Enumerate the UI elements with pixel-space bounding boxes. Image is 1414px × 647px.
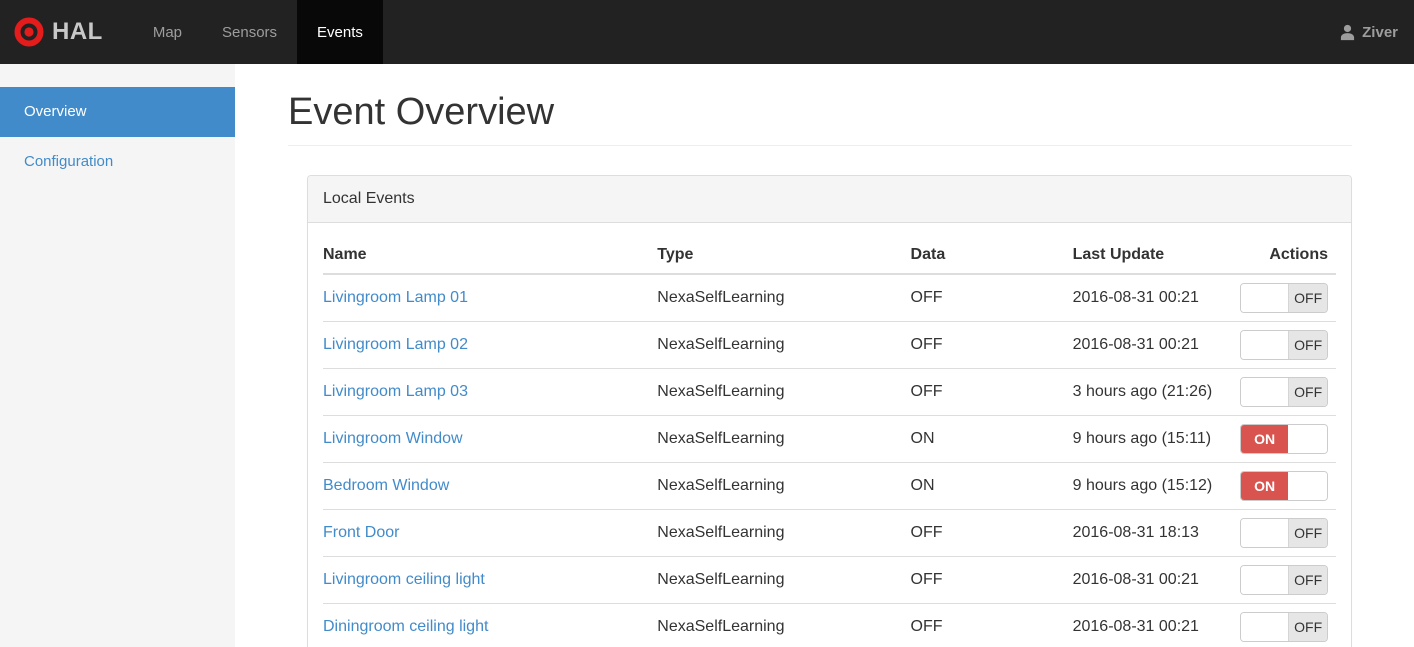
event-type: NexaSelfLearning <box>657 288 785 306</box>
event-data-value: OFF <box>910 602 1073 647</box>
sidebar-item-overview[interactable]: Overview <box>0 87 235 137</box>
table-row: Bedroom Window NexaSelfLearning ON 9 hou… <box>323 461 1336 510</box>
toggle-handle[interactable] <box>1241 518 1289 547</box>
toggle-handle[interactable] <box>1241 377 1289 406</box>
panel-title: Local Events <box>308 175 1351 223</box>
sidebar-item-configuration[interactable]: Configuration <box>0 137 235 187</box>
event-name-link[interactable]: Diningroom ceiling light <box>323 618 488 635</box>
toggle-off-label[interactable]: OFF <box>1288 565 1327 594</box>
event-data-value: OFF <box>910 320 1073 369</box>
navbar-tabs: Map Sensors Events <box>133 0 383 64</box>
toggle-off-label[interactable]: OFF <box>1288 612 1327 641</box>
event-data-value: OFF <box>910 508 1073 557</box>
tab-events[interactable]: Events <box>297 0 383 64</box>
event-data-value: OFF <box>910 288 943 306</box>
event-toggle-switch[interactable]: ON OFF <box>1240 423 1328 454</box>
event-last-update: 9 hours ago (15:12) <box>1072 461 1235 510</box>
local-events-panel: Local Events Name Type Data Last Update … <box>307 174 1352 647</box>
event-name-link[interactable]: Livingroom Lamp 02 <box>323 336 468 353</box>
event-name-link[interactable]: Livingroom Lamp 01 <box>323 289 468 306</box>
event-data-value: OFF <box>910 555 1073 604</box>
toggle-handle[interactable] <box>1241 283 1289 312</box>
event-data-value: ON <box>910 414 1073 463</box>
user-menu[interactable]: Ziver <box>1339 0 1414 64</box>
column-header-actions: Actions <box>1234 237 1336 275</box>
panel-body: Name Type Data Last Update Actions Livin… <box>308 223 1351 647</box>
sidebar: Overview Configuration <box>0 64 235 647</box>
table-row: Livingroom ceiling light NexaSelfLearnin… <box>323 555 1336 604</box>
event-last-update: 2016-08-31 00:21 <box>1072 320 1235 369</box>
event-name-link[interactable]: Livingroom Window <box>323 430 463 447</box>
event-toggle-switch[interactable]: ON OFF <box>1240 564 1328 595</box>
app-title: HAL <box>52 18 103 45</box>
toggle-handle[interactable] <box>1288 471 1327 500</box>
toggle-off-label[interactable]: OFF <box>1288 518 1327 547</box>
event-last-update: 2016-08-31 18:13 <box>1072 508 1235 557</box>
events-table: Name Type Data Last Update Actions Livin… <box>323 237 1336 647</box>
toggle-off-label[interactable]: OFF <box>1288 283 1327 312</box>
event-name-link[interactable]: Bedroom Window <box>323 477 449 494</box>
table-row: Livingroom Lamp 03 NexaSelfLearning OFF … <box>323 367 1336 416</box>
event-name-link[interactable]: Livingroom ceiling light <box>323 571 485 588</box>
app-brand[interactable]: HAL <box>0 0 115 64</box>
event-last-update: 2016-08-31 00:21 <box>1072 602 1235 647</box>
event-type: NexaSelfLearning <box>657 555 911 604</box>
user-name: Ziver <box>1362 23 1398 41</box>
events-table-body: Livingroom Lamp 01 NexaSelfLearning OFF … <box>323 274 1336 647</box>
table-row: Diningroom ceiling light NexaSelfLearnin… <box>323 602 1336 647</box>
event-toggle-switch[interactable]: ON OFF <box>1240 282 1328 313</box>
toggle-off-label[interactable]: OFF <box>1288 377 1327 406</box>
toggle-off-label[interactable]: OFF <box>1288 330 1327 359</box>
tab-sensors[interactable]: Sensors <box>202 0 297 64</box>
table-row: Livingroom Window NexaSelfLearning ON 9 … <box>323 414 1336 463</box>
column-header-last-update: Last Update <box>1072 237 1235 275</box>
toggle-handle[interactable] <box>1241 565 1289 594</box>
event-toggle-switch[interactable]: ON OFF <box>1240 517 1328 548</box>
event-last-update: 2016-08-31 00:21 <box>1072 288 1199 306</box>
event-toggle-switch[interactable]: ON OFF <box>1240 611 1328 642</box>
event-type: NexaSelfLearning <box>657 414 911 463</box>
table-row: Front Door NexaSelfLearning OFF 2016-08-… <box>323 508 1336 557</box>
event-last-update: 2016-08-31 00:21 <box>1072 555 1235 604</box>
column-header-type: Type <box>657 237 911 275</box>
toggle-handle[interactable] <box>1241 612 1289 641</box>
event-toggle-switch[interactable]: ON OFF <box>1240 470 1328 501</box>
event-name-link[interactable]: Livingroom Lamp 03 <box>323 383 468 400</box>
event-name-link[interactable]: Front Door <box>323 524 399 541</box>
event-type: NexaSelfLearning <box>657 461 911 510</box>
tab-map[interactable]: Map <box>133 0 202 64</box>
column-header-data: Data <box>910 237 1073 275</box>
main-content: Event Overview Local Events Name Type Da… <box>235 64 1414 647</box>
table-header-row: Name Type Data Last Update Actions <box>323 237 1336 275</box>
toggle-handle[interactable] <box>1288 424 1327 453</box>
toggle-on-label[interactable]: ON <box>1241 471 1289 500</box>
page-title: Event Overview <box>288 91 1352 146</box>
event-data-value: OFF <box>910 367 1073 416</box>
toggle-on-label[interactable]: ON <box>1241 424 1289 453</box>
event-toggle-switch[interactable]: ON OFF <box>1240 329 1328 360</box>
event-toggle-switch[interactable]: ON OFF <box>1240 376 1328 407</box>
table-row: Livingroom Lamp 02 NexaSelfLearning OFF … <box>323 320 1336 369</box>
column-header-name: Name <box>323 237 658 275</box>
table-row: Livingroom Lamp 01 NexaSelfLearning OFF … <box>323 274 1336 322</box>
event-type: NexaSelfLearning <box>657 320 911 369</box>
toggle-handle[interactable] <box>1241 330 1289 359</box>
user-icon <box>1339 24 1356 41</box>
hal-target-logo-icon <box>14 17 44 47</box>
event-data-value: ON <box>910 461 1073 510</box>
event-type: NexaSelfLearning <box>657 367 911 416</box>
event-type: NexaSelfLearning <box>657 508 911 557</box>
top-navbar: HAL Map Sensors Events Ziver <box>0 0 1414 64</box>
event-last-update: 9 hours ago (15:11) <box>1072 414 1235 463</box>
event-last-update: 3 hours ago (21:26) <box>1072 367 1235 416</box>
event-type: NexaSelfLearning <box>657 602 911 647</box>
